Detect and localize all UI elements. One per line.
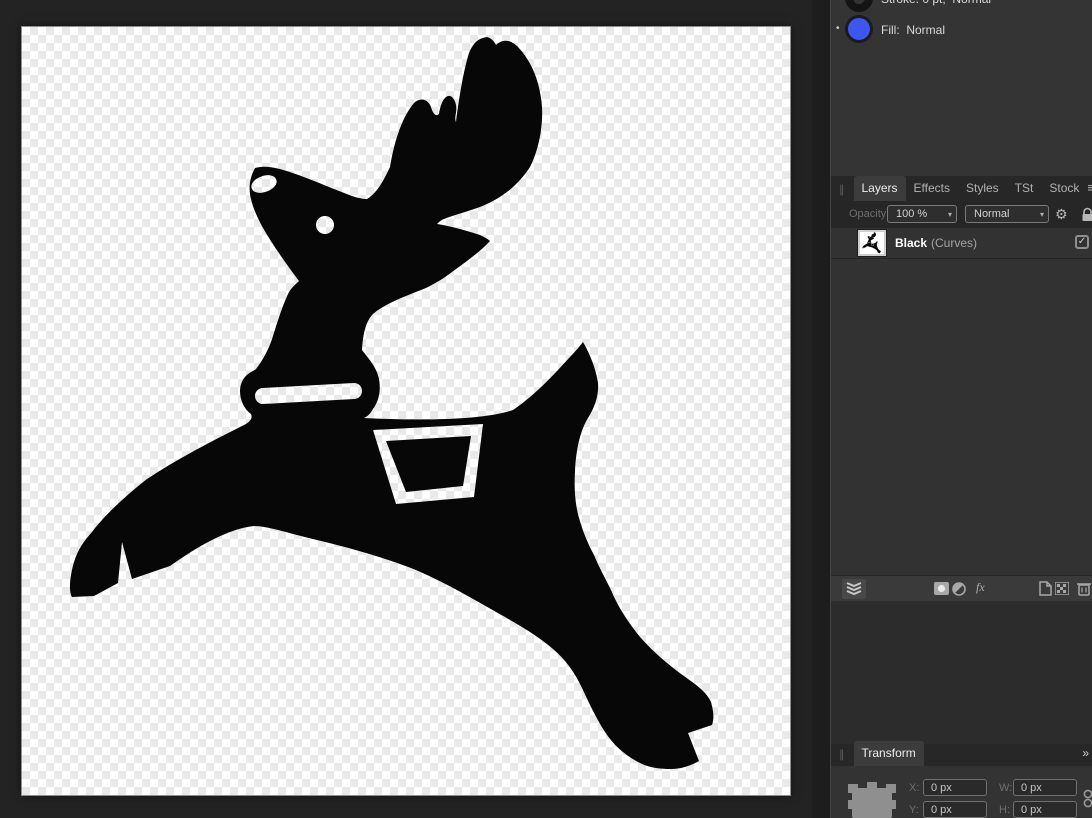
stroke-row[interactable]: Stroke: 0 pt, Normal (831, 0, 1092, 14)
link-dimensions-icon[interactable] (1083, 788, 1092, 810)
adjustment-layer-icon[interactable] (952, 582, 966, 596)
layer-row[interactable]: Black (Curves) ✓ (831, 228, 1092, 259)
new-pixel-layer-icon[interactable] (1055, 582, 1069, 595)
layer-stack-button[interactable] (842, 579, 866, 599)
panel-collapse-icon[interactable]: » (1082, 746, 1089, 760)
layers-panel-header: Opacity: 100 %▾ Normal▾ ⚙ (831, 201, 1092, 228)
y-label: Y: (909, 804, 919, 816)
panel-menu-icon[interactable]: ≡ (1087, 180, 1092, 195)
layer-effects-icon[interactable]: fx (976, 580, 985, 595)
new-layer-icon[interactable] (1039, 581, 1052, 596)
gear-icon[interactable]: ⚙ (1055, 205, 1068, 223)
fill-label: Fill: Normal (881, 23, 945, 37)
panel-drag-handle-icon[interactable]: ∥ (839, 748, 846, 761)
stroke-label: Stroke: 0 pt, Normal (881, 0, 991, 6)
tab-styles[interactable]: Styles (958, 176, 1007, 201)
color-panel: Stroke: 0 pt, Normal • Fill: Normal (831, 0, 1092, 176)
tab-transform[interactable]: Transform (854, 741, 924, 766)
tab-tst[interactable]: TSt (1007, 176, 1042, 201)
mask-layer-icon[interactable] (934, 582, 949, 595)
anchor-point-selector[interactable] (846, 780, 900, 818)
fill-swatch[interactable] (845, 15, 873, 43)
lock-icon[interactable] (1081, 207, 1092, 222)
artboard-transparent-canvas[interactable] (22, 27, 790, 795)
layers-stack-icon (846, 581, 862, 596)
x-label: X: (909, 782, 919, 794)
active-marker-icon: • (836, 23, 840, 34)
layers-panel-tabbar: ∥ Layers Effects Styles TSt Stock ≡ . ⋮ (831, 176, 1092, 201)
blend-mode-dropdown[interactable]: Normal▾ (965, 205, 1049, 223)
tab-layers[interactable]: Layers (854, 176, 906, 201)
w-input[interactable] (1013, 779, 1077, 796)
tab-effects[interactable]: Effects (906, 176, 958, 201)
tab-stock[interactable]: Stock (1041, 176, 1087, 201)
chevron-down-icon: ▾ (1040, 206, 1044, 223)
layer-list[interactable]: Black (Curves) ✓ (831, 228, 1092, 575)
app-window: { "color_panel": { "stroke_label": "Stro… (0, 0, 1092, 818)
layer-name: Black (895, 236, 927, 250)
document-view[interactable] (0, 0, 812, 818)
delete-layer-icon[interactable] (1077, 581, 1091, 596)
layer-visibility-checkbox[interactable]: ✓ (1075, 235, 1089, 249)
panel-dock-gutter (812, 0, 830, 818)
transform-panel-tabbar: ∥ Transform » (831, 744, 1092, 766)
opacity-dropdown[interactable]: 100 %▾ (887, 205, 957, 223)
panel-drag-handle-icon[interactable]: ∥ (839, 183, 846, 196)
checkbox-check-icon: ✓ (1078, 236, 1086, 247)
x-input[interactable] (923, 779, 987, 796)
w-label: W: (999, 782, 1012, 794)
chevron-down-icon: ▾ (948, 206, 952, 223)
reindeer-silhouette[interactable] (22, 27, 790, 795)
transform-panel-body: X: W: Y: H: (831, 766, 1092, 818)
opacity-label: Opacity: (849, 208, 889, 220)
y-input[interactable] (923, 801, 987, 818)
layer-type: (Curves) (931, 236, 977, 250)
fill-row[interactable]: • Fill: Normal (831, 14, 1092, 44)
layers-panel-footer: fx (831, 575, 1092, 601)
h-label: H: (999, 804, 1010, 816)
panel-dock-background (831, 601, 1092, 744)
layer-thumbnail[interactable] (858, 230, 886, 256)
studio-panels: Stroke: 0 pt, Normal • Fill: Normal ∥ La… (830, 0, 1092, 818)
h-input[interactable] (1013, 801, 1077, 818)
stroke-swatch[interactable] (845, 0, 873, 12)
